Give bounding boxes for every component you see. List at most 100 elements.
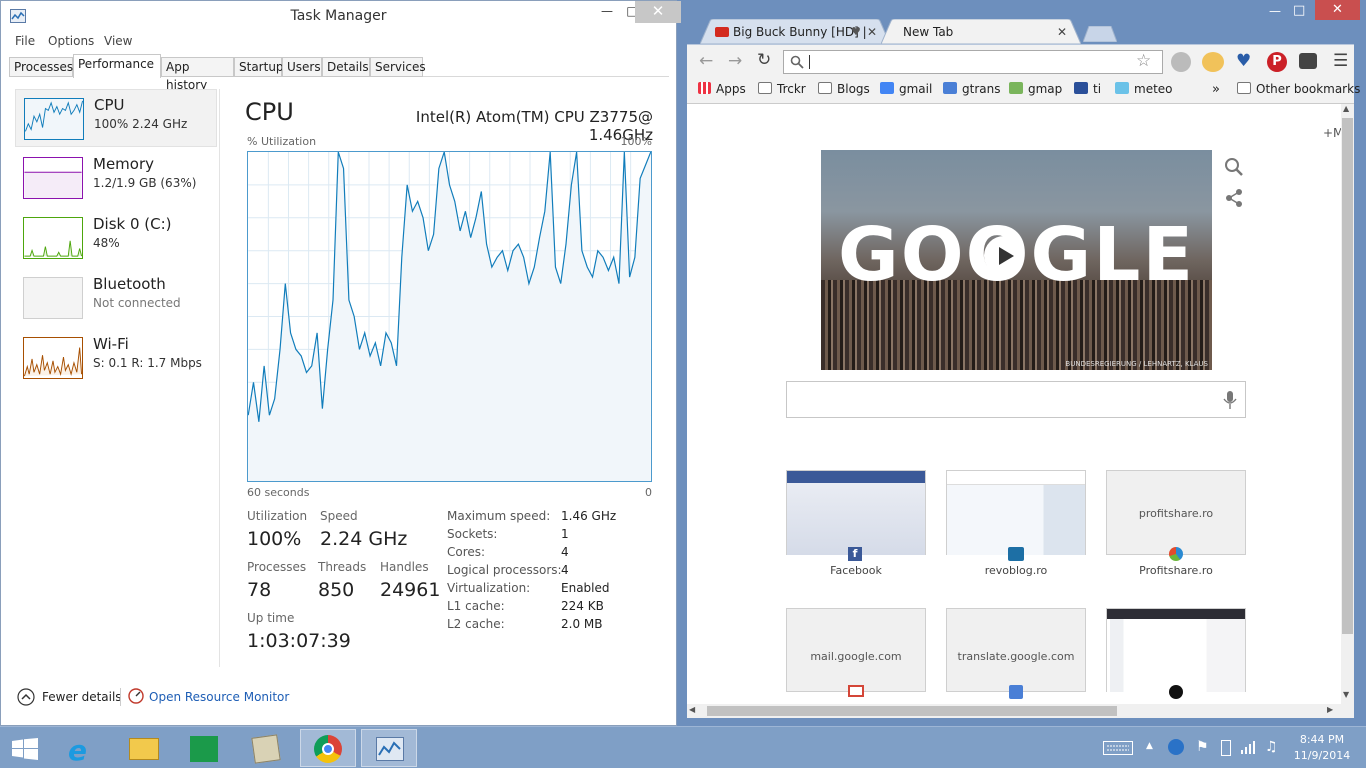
tab-app-history[interactable]: App history [161,57,234,92]
resource-bluetooth[interactable]: Bluetooth Not connected [15,269,217,327]
google-search-box[interactable] [786,381,1246,418]
extension-shield-icon[interactable] [1171,52,1191,72]
spec-value: Enabled [561,581,610,595]
tile-revoblog-caption: revoblog.ro [984,564,1048,577]
revoblog-icon [1008,547,1024,561]
tile-translate[interactable]: translate.google.com [946,608,1086,692]
tray-app-icon[interactable] [1168,739,1184,755]
taskbar-chrome[interactable] [300,729,356,767]
resource-memory-name: Memory [93,155,155,173]
horizontal-scroll-thumb[interactable] [707,706,1117,716]
clock-time[interactable]: 8:44 PM [1289,733,1355,746]
tab-new-tab[interactable]: New Tab ✕ [895,21,1075,44]
tab-services[interactable]: Services [370,57,426,77]
scroll-right-arrow[interactable]: ▶ [1327,705,1333,714]
spec-label: L1 cache: [447,599,505,613]
spec-label: L2 cache: [447,617,505,631]
tab-details[interactable]: Details [322,57,370,77]
resource-cpu-value: 100% 2.24 GHz [94,117,188,131]
bookmark-ti[interactable]: ti [1074,82,1101,96]
taskbar-store[interactable] [176,729,232,767]
taskbar-file-explorer[interactable] [115,729,171,767]
back-button[interactable]: ← [699,51,713,71]
chrome-close-button[interactable]: ✕ [1315,0,1360,20]
resource-wifi-name: Wi-Fi [93,335,129,353]
bookmark-apps[interactable]: Apps [698,82,746,96]
more-bookmarks-icon[interactable]: » [1212,82,1220,97]
chrome-minimize-button[interactable]: — [1269,4,1281,18]
network-signal-icon[interactable] [1240,739,1256,755]
chrome-maximize-button[interactable]: □ [1293,3,1305,18]
bookmark-other[interactable]: Other bookmarks [1237,82,1360,96]
search-icon [790,55,804,69]
facebook-icon: f [848,547,862,561]
taskbar-internet-explorer[interactable]: e [54,729,110,767]
show-hidden-icons[interactable]: ▲ [1146,741,1153,751]
taskbar-scissors-app[interactable] [237,729,293,767]
doodle-search-icon[interactable] [1224,157,1244,177]
resource-memory[interactable]: Memory 1.2/1.9 GB (63%) [15,149,217,207]
reload-button[interactable]: ↻ [757,50,771,70]
vertical-scroll-thumb[interactable] [1342,118,1353,634]
scroll-down-arrow[interactable]: ▼ [1343,690,1349,699]
scroll-up-arrow[interactable]: ▲ [1343,104,1349,113]
bookmarks-bar: Apps Trckr Blogs gmail gtrans gmap ti me… [687,78,1360,104]
resource-cpu[interactable]: CPU 100% 2.24 GHz [15,89,217,147]
resource-wifi[interactable]: Wi-Fi S: 0.1 R: 1.7 Mbps [15,329,217,387]
forward-button[interactable]: → [728,51,742,71]
tab-close-icon-2[interactable]: ✕ [1057,21,1067,43]
new-tab-button[interactable] [1083,26,1117,42]
menu-file[interactable]: File [15,34,35,48]
chrome-menu-icon[interactable]: ☰ [1333,51,1348,71]
menu-view[interactable]: View [104,34,132,48]
touch-keyboard-icon[interactable] [1103,741,1133,755]
omnibox[interactable]: ☆ [783,50,1163,74]
tile-revoblog[interactable] [946,470,1086,555]
resource-disk[interactable]: Disk 0 (C:) 48% [15,209,217,267]
menu-options[interactable]: Options [48,34,94,48]
task-manager-window: Task Manager — □ ✕ File Options View Pro… [0,0,681,726]
open-resource-monitor-link[interactable]: Open Resource Monitor [149,690,289,704]
extension-cookie-icon[interactable] [1202,52,1224,72]
tab-big-buck-bunny[interactable]: Big Buck Bunny [HD] | ♥ ✕ [707,21,877,44]
horizontal-scrollbar[interactable]: ◀ ▶ [687,704,1354,718]
action-center-flag-icon[interactable]: ⚑ [1196,739,1209,755]
bookmark-gtrans[interactable]: gtrans [943,82,1000,96]
taskbar-task-manager[interactable] [361,729,417,767]
tab-close-icon-1[interactable]: ✕ [867,21,877,43]
extension-heart-icon[interactable]: ♥ [1236,51,1251,71]
bookmark-star-icon[interactable]: ☆ [1136,51,1151,71]
tab-performance[interactable]: Performance [73,54,161,78]
bookmark-gmap[interactable]: gmap [1009,82,1062,96]
processes-label: Processes [247,560,307,574]
bookmark-gmail[interactable]: gmail [880,82,932,96]
fewer-details-icon[interactable] [17,688,35,706]
bookmark-meteo[interactable]: meteo [1115,82,1173,96]
bookmark-blogs[interactable]: Blogs [818,82,870,96]
bookmark-trckr[interactable]: Trckr [758,82,806,96]
tab-startup[interactable]: Startup [234,57,284,77]
tile-profitshare[interactable]: profitshare.ro [1106,470,1246,555]
clock-date[interactable]: 11/9/2014 [1289,749,1355,762]
pocket-icon[interactable] [1299,53,1317,69]
spec-label: Logical processors: [447,563,562,577]
fewer-details-link[interactable]: Fewer details [42,690,122,704]
start-button[interactable] [0,729,50,767]
title-bar[interactable]: Task Manager — □ ✕ [1,1,681,31]
microphone-icon[interactable] [1223,390,1237,410]
pinterest-icon[interactable]: P [1267,52,1287,72]
tile-profitshare-caption: Profitshare.ro [1139,564,1213,577]
tile-blog[interactable] [1106,608,1246,692]
tab-users[interactable]: Users [282,57,322,77]
tile-facebook[interactable] [786,470,926,555]
volume-icon[interactable]: ♫ [1265,739,1278,755]
close-button[interactable]: ✕ [635,1,681,23]
battery-icon[interactable] [1221,740,1231,756]
tile-gmail[interactable]: mail.google.com [786,608,926,692]
doodle-play-button[interactable] [984,236,1024,276]
tab-processes[interactable]: Processes [9,57,73,77]
google-doodle[interactable]: GOOGLE BUNDESREGIERUNG / LEHNARTZ, KLAUS [821,150,1212,370]
vertical-scrollbar[interactable]: ▲ ▼ [1341,104,1354,704]
share-icon[interactable] [1224,188,1244,208]
scroll-left-arrow[interactable]: ◀ [689,705,695,714]
